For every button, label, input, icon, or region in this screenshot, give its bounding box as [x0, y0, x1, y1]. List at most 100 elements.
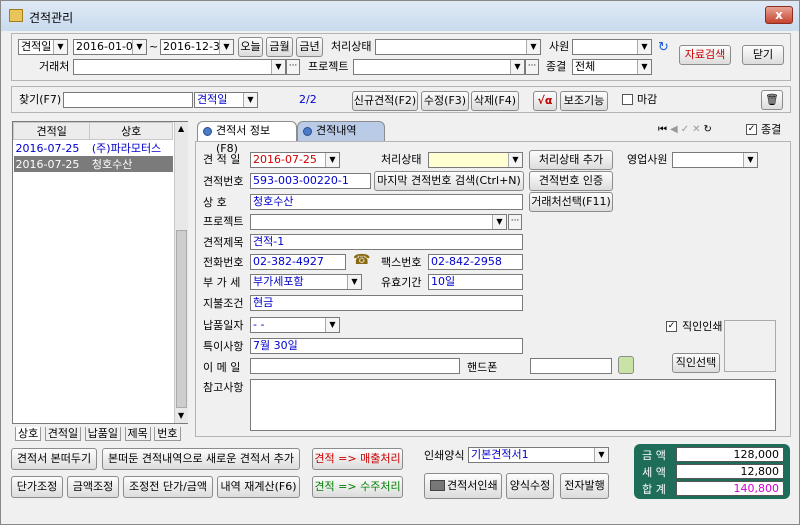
payment-terms-input[interactable]: 현금 — [250, 295, 523, 311]
sort-tab-delivery[interactable]: 납품일 — [84, 427, 121, 441]
this-year-button[interactable]: 금년 — [296, 37, 323, 57]
cancel-icon[interactable]: ✕ — [692, 124, 703, 135]
estimate-to-sales-button[interactable]: 견적 => 매출처리 — [312, 448, 403, 470]
mobile-phone-icon[interactable] — [618, 356, 634, 374]
formula-button[interactable]: √α — [533, 91, 557, 111]
estimate-date-input[interactable]: 2016-07-25 ▼ — [250, 152, 340, 168]
tab-estimate-detail[interactable]: 견적내역(F9) — [297, 121, 385, 155]
verify-number-button[interactable]: 견적번호 인증 — [529, 171, 613, 191]
prev-record-icon[interactable]: ◀ — [670, 124, 681, 135]
client-label: 거래처 — [39, 60, 70, 73]
tab-estimate-info[interactable]: 견적서 정보(F8) — [197, 121, 297, 155]
add-status-button[interactable]: 처리상태 추가 — [529, 150, 613, 170]
first-record-icon[interactable]: ⏮ — [658, 124, 670, 135]
edit-form-button[interactable]: 양식수정 — [506, 473, 554, 499]
mobile-input[interactable] — [530, 358, 612, 374]
find-field-select[interactable]: 견적일 ▼ — [194, 92, 258, 108]
before-adjust-button[interactable]: 조정전 단가/금액 — [123, 476, 213, 498]
special-label: 특이사항 — [203, 340, 244, 353]
client-more-button[interactable]: ··· — [286, 59, 300, 75]
client-select[interactable]: ▼ — [73, 59, 286, 75]
form-project-more-button[interactable]: ··· — [508, 214, 522, 230]
tax-value: 12,800 — [676, 464, 784, 479]
phone-label: 전화번호 — [203, 256, 244, 269]
confirm-icon[interactable]: ✓ — [681, 124, 692, 135]
search-button[interactable]: 자료검색 — [679, 45, 731, 65]
record-nav-icons[interactable]: ⏮◀✓✕↻ — [658, 123, 715, 137]
new-estimate-button[interactable]: 신규견적(F2) — [352, 91, 418, 111]
last-number-search-button[interactable]: 마지막 견적번호 검색(Ctrl+N) — [374, 171, 524, 191]
list-header-date[interactable]: 견적일 — [12, 122, 91, 140]
chevron-down-icon: ▼ — [492, 215, 506, 229]
estimate-title-input[interactable]: 견적-1 — [250, 234, 523, 250]
scroll-thumb[interactable] — [176, 230, 187, 408]
special-notes-input[interactable]: 7월 30일 — [250, 338, 523, 354]
today-button[interactable]: 오늘 — [238, 37, 263, 57]
delete-button[interactable]: 삭제(F4) — [471, 91, 519, 111]
notes-textarea[interactable] — [250, 379, 776, 431]
reload-icon[interactable]: ↻ — [703, 124, 714, 135]
payment-label: 지불조건 — [203, 297, 244, 310]
list-row-selected[interactable]: 2016-07-25 청호수산 — [13, 156, 173, 172]
email-input[interactable] — [250, 358, 460, 374]
company-input[interactable]: 청호수산 — [250, 194, 523, 210]
sort-tab-title[interactable]: 제목 — [124, 427, 151, 441]
chevron-down-icon: ▼ — [347, 275, 361, 289]
seal-image — [724, 320, 776, 372]
date-to-input[interactable]: 2016-12-31 ▼ — [160, 39, 234, 55]
sort-tab-number[interactable]: 번호 — [154, 427, 181, 441]
status-select[interactable]: ▼ — [375, 39, 541, 55]
print-form-select[interactable]: 기본견적서1 ▼ — [468, 447, 609, 463]
scroll-down-icon[interactable]: ▼ — [178, 411, 184, 420]
phone-input[interactable]: 02-382-4927 — [250, 254, 346, 270]
closed-checkbox[interactable]: ✓ — [746, 124, 757, 135]
close-button[interactable]: 닫기 — [742, 45, 784, 65]
estimate-number-input[interactable]: 593-003-00220-1 — [250, 173, 371, 189]
amount-adjust-button[interactable]: 금액조정 — [67, 476, 119, 498]
delivery-date-input[interactable]: - - ▼ — [250, 317, 340, 333]
phone-icon[interactable]: ☎ — [353, 253, 370, 267]
refresh-icon[interactable]: ↻ — [658, 41, 669, 55]
list-header-name[interactable]: 상호 — [89, 122, 173, 140]
sales-rep-select[interactable]: ▼ — [672, 152, 758, 168]
client-select-button[interactable]: 거래처선택(F11) — [529, 192, 613, 212]
edit-button[interactable]: 수정(F3) — [421, 91, 469, 111]
amount-label: 금 액 — [642, 449, 666, 462]
deadline-checkbox[interactable] — [622, 94, 633, 105]
unit-price-adjust-button[interactable]: 단가조정 — [11, 476, 63, 498]
closed-select[interactable]: 전체 ▼ — [572, 59, 652, 75]
recalculate-button[interactable]: 내역 재계산(F6) — [217, 476, 300, 498]
vat-select[interactable]: 부가세포함 ▼ — [250, 274, 362, 290]
valid-period-input[interactable]: 10일 — [428, 274, 523, 290]
employee-select[interactable]: ▼ — [572, 39, 652, 55]
project-more-button[interactable]: ··· — [525, 59, 539, 75]
date-separator: ~ — [149, 40, 159, 53]
page-indicator: 2/2 — [299, 93, 317, 106]
chevron-down-icon: ▼ — [53, 40, 67, 54]
date-type-select[interactable]: 견적일 ▼ — [18, 39, 68, 55]
copy-estimate-button[interactable]: 견적서 본떠두기 — [11, 448, 97, 470]
seal-select-button[interactable]: 직인선택 — [672, 353, 720, 373]
trash-icon[interactable]: 🗑 — [761, 90, 783, 110]
seal-print-checkbox[interactable]: ✓ — [666, 321, 677, 332]
e-publish-button[interactable]: 전자발행 — [560, 473, 609, 499]
close-window-button[interactable]: x — [765, 6, 793, 24]
find-input[interactable] — [63, 92, 193, 108]
sort-tab-date[interactable]: 견적일 — [44, 427, 82, 441]
project-select[interactable]: ▼ — [353, 59, 525, 75]
form-status-select[interactable]: ▼ — [428, 152, 523, 168]
list-scrollbar[interactable]: ▲ ▼ — [174, 122, 188, 423]
sort-tab-name[interactable]: 상호 — [15, 427, 42, 441]
print-estimate-button[interactable]: 견적서인쇄 — [424, 473, 502, 499]
aux-function-button[interactable]: 보조기능 — [560, 91, 608, 111]
this-month-button[interactable]: 금월 — [266, 37, 293, 57]
date-from-input[interactable]: 2016-01-01 ▼ — [73, 39, 147, 55]
form-project-select[interactable]: ▼ — [250, 214, 507, 230]
fax-input[interactable]: 02-842-2958 — [428, 254, 523, 270]
tax-label: 세 액 — [642, 466, 666, 479]
copy-new-estimate-button[interactable]: 본떠둔 견적내역으로 새로운 견적서 추가 — [102, 448, 300, 470]
closed-check-label: 종결 — [761, 123, 782, 136]
scroll-up-icon[interactable]: ▲ — [178, 124, 184, 133]
list-row[interactable]: 2016-07-25 (주)파라모터스 — [14, 140, 173, 157]
estimate-to-order-button[interactable]: 견적 => 수주처리 — [312, 476, 403, 498]
